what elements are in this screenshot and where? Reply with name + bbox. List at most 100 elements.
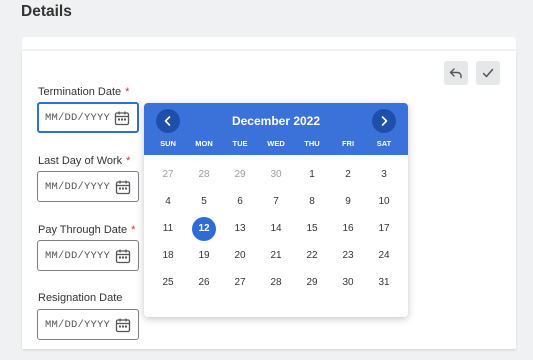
calendar-day[interactable]: 30 (330, 269, 366, 296)
calendar-day[interactable]: 31 (366, 269, 402, 296)
calendar-day-number: 25 (162, 277, 174, 288)
calendar-day-number: 28 (198, 169, 210, 180)
chevron-right-icon (381, 116, 388, 126)
calendar-day[interactable]: 20 (222, 242, 258, 269)
calendar-day[interactable]: 6 (222, 188, 258, 215)
date-placeholder: MM/DD/YYYY (45, 111, 111, 124)
calendar-day[interactable]: 29 (294, 269, 330, 296)
calendar-day[interactable]: 11 (150, 215, 186, 242)
calendar-day-number: 18 (162, 250, 174, 261)
calendar-day-number: 26 (198, 277, 210, 288)
calendar-week-row: 27 28 29 30 1 2 3 (150, 161, 402, 188)
resignation-date-input[interactable]: MM/DD/YYYY (37, 309, 139, 340)
undo-button[interactable] (444, 61, 468, 85)
calendar-day-number: 14 (270, 223, 282, 234)
calendar-day[interactable]: 19 (186, 242, 222, 269)
calendar-day-number: 27 (162, 169, 174, 180)
calendar-day[interactable]: 4 (150, 188, 186, 215)
date-placeholder: MM/DD/YYYY (45, 249, 111, 262)
last-day-of-work-input[interactable]: MM/DD/YYYY (37, 171, 139, 202)
calendar-day-number: 11 (162, 223, 174, 234)
calendar-day[interactable]: 16 (330, 215, 366, 242)
calendar-day-number: 31 (378, 277, 390, 288)
calendar-day[interactable]: 7 (258, 188, 294, 215)
calendar-day[interactable]: 15 (294, 215, 330, 242)
calendar-day-number: 20 (234, 250, 246, 261)
page-title: Details (21, 3, 72, 20)
calendar-day[interactable]: 5 (186, 188, 222, 215)
card-header-strip (22, 37, 516, 49)
calendar-day[interactable]: 27 (222, 269, 258, 296)
calendar-day[interactable]: 3 (366, 161, 402, 188)
calendar-day[interactable]: 26 (186, 269, 222, 296)
calendar-day[interactable]: 14 (258, 215, 294, 242)
calendar-day[interactable]: 28 (258, 269, 294, 296)
calendar-day-number: 10 (378, 196, 390, 207)
checkmark-icon (482, 68, 494, 78)
calendar-day[interactable]: 30 (258, 161, 294, 188)
required-marker: * (131, 224, 136, 236)
resignation-date-label: Resignation Date (38, 292, 123, 304)
date-placeholder: MM/DD/YYYY (45, 180, 111, 193)
calendar-day[interactable]: 10 (366, 188, 402, 215)
calendar-day[interactable]: 9 (330, 188, 366, 215)
calendar-day[interactable]: 1 (294, 161, 330, 188)
calendar-day-number: 8 (309, 196, 315, 207)
calendar-icon[interactable] (115, 248, 131, 264)
calendar-day-number: 1 (309, 169, 315, 180)
undo-arrow-icon (449, 68, 462, 79)
calendar-day[interactable]: 13 (222, 215, 258, 242)
days-of-week-row: SUN MON TUE WED THU FRI SAT (150, 139, 402, 148)
calendar-day[interactable]: 24 (366, 242, 402, 269)
calendar-day[interactable]: 21 (258, 242, 294, 269)
calendar-icon[interactable] (114, 110, 130, 126)
calendar-grid: 27 28 29 30 1 2 3 4 5 6 7 8 9 10 11 12 13 14 15 16 17 18 19 20 2… (150, 161, 402, 296)
calendar-day[interactable]: 2 (330, 161, 366, 188)
calendar-day-number: 29 (306, 277, 318, 288)
calendar-day[interactable]: 8 (294, 188, 330, 215)
calendar-day-number: 30 (342, 277, 354, 288)
calendar-day[interactable]: 18 (150, 242, 186, 269)
required-marker: * (126, 155, 131, 167)
termination-date-input[interactable]: MM/DD/YYYY (37, 102, 139, 133)
calendar-day-number: 3 (381, 169, 387, 180)
calendar-day-number: 16 (342, 223, 354, 234)
calendar-day-number: 22 (306, 250, 318, 261)
calendar-day[interactable]: 28 (186, 161, 222, 188)
calendar-day-number: 27 (234, 277, 246, 288)
day-of-week-label: TUE (232, 139, 248, 148)
calendar-day[interactable]: 27 (150, 161, 186, 188)
calendar-day-number: 6 (237, 196, 243, 207)
calendar-day-selected[interactable]: 12 (186, 215, 222, 242)
calendar-day-number: 2 (345, 169, 351, 180)
calendar-day-number: 13 (234, 223, 246, 234)
calendar-day-number: 15 (306, 223, 318, 234)
calendar-header: December 2022 SUN MON TUE WED THU FRI SAT (144, 103, 408, 155)
calendar-day-number: 4 (165, 196, 171, 207)
calendar-day[interactable]: 22 (294, 242, 330, 269)
calendar-day-number: 12 (192, 216, 216, 241)
calendar-day-number: 7 (273, 196, 279, 207)
calendar-day[interactable]: 25 (150, 269, 186, 296)
next-month-button[interactable] (372, 109, 396, 133)
day-of-week-label: WED (267, 139, 285, 148)
calendar-day-number: 28 (270, 277, 282, 288)
calendar-day-number: 9 (345, 196, 351, 207)
termination-date-label: Termination Date * (38, 86, 130, 98)
calendar-day[interactable]: 23 (330, 242, 366, 269)
calendar-week-row: 11 12 13 14 15 16 17 (150, 215, 402, 242)
pay-through-date-label: Pay Through Date * (38, 224, 136, 236)
calendar-day-number: 17 (378, 223, 390, 234)
confirm-button[interactable] (476, 61, 500, 85)
calendar-day-number: 21 (270, 250, 282, 261)
calendar-month-label: December 2022 (231, 114, 321, 128)
pay-through-date-input[interactable]: MM/DD/YYYY (37, 240, 139, 271)
calendar-day[interactable]: 17 (366, 215, 402, 242)
calendar-icon[interactable] (115, 317, 131, 333)
calendar-icon[interactable] (115, 179, 131, 195)
calendar-day-number: 23 (342, 250, 354, 261)
calendar-week-row: 18 19 20 21 22 23 24 (150, 242, 402, 269)
day-of-week-label: MON (195, 139, 213, 148)
day-of-week-label: FRI (341, 139, 355, 148)
calendar-day[interactable]: 29 (222, 161, 258, 188)
